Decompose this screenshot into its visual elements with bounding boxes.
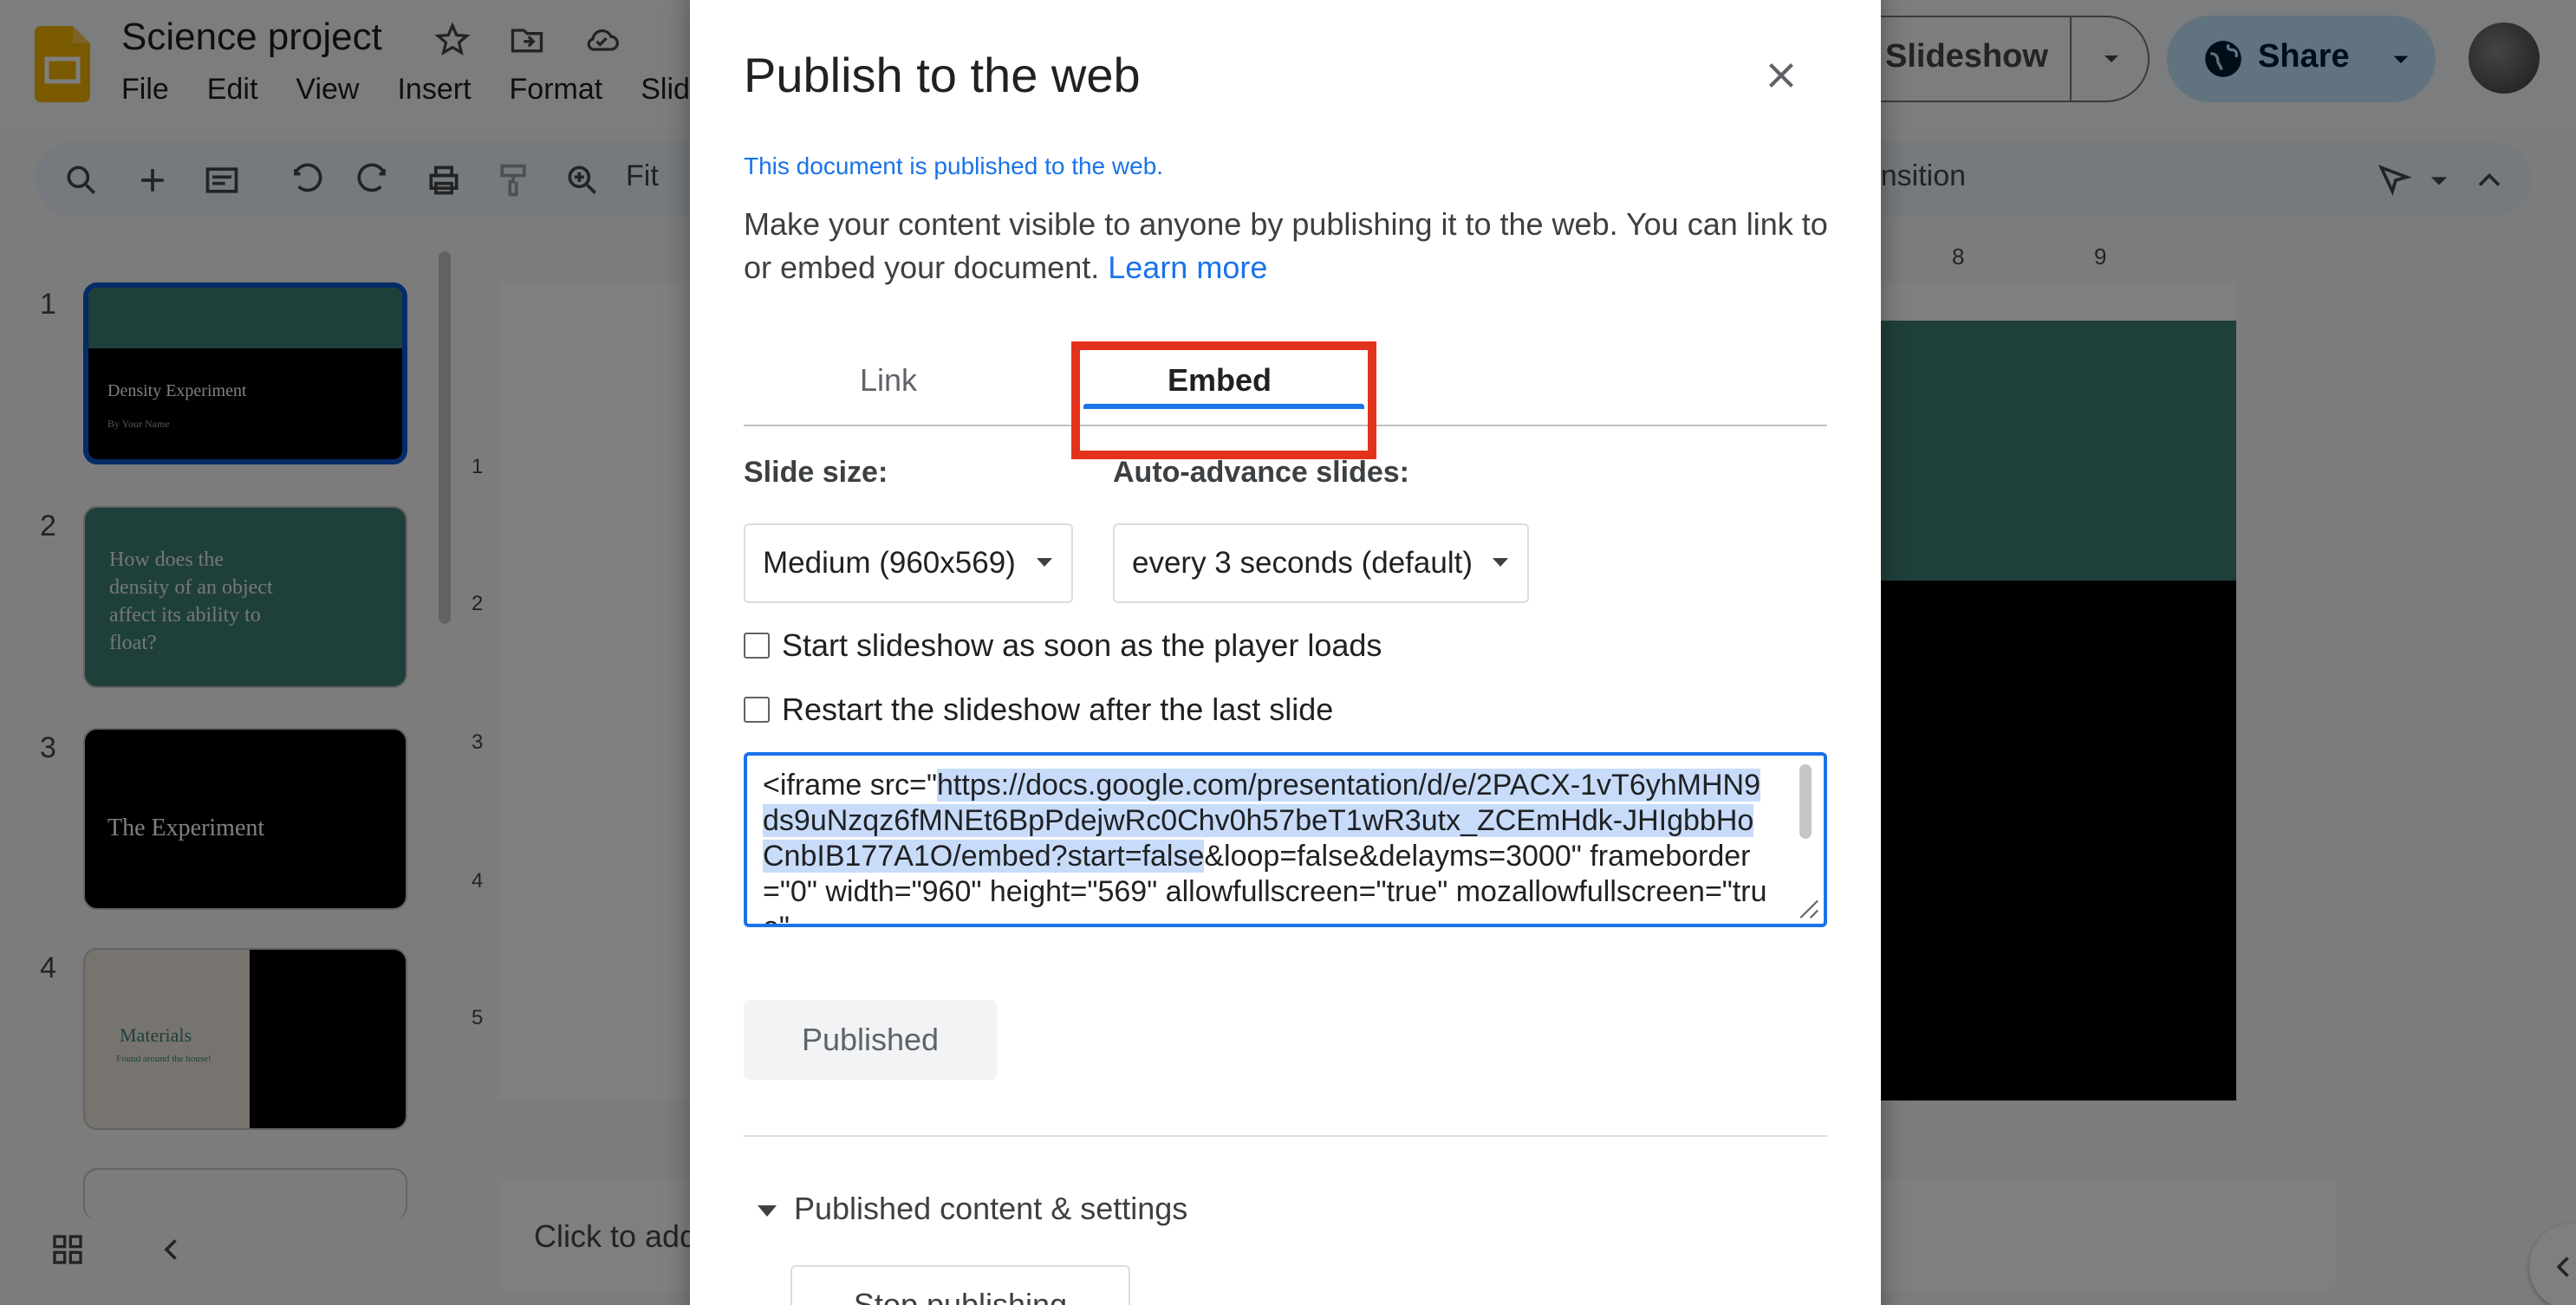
- restart-slideshow-label: Restart the slideshow after the last sli…: [782, 691, 1334, 727]
- start-slideshow-option: Start slideshow as soon as the player lo…: [744, 627, 1382, 664]
- resize-handle-icon[interactable]: [1791, 891, 1820, 920]
- dialog-title: Publish to the web: [744, 48, 1141, 102]
- restart-slideshow-option: Restart the slideshow after the last sli…: [744, 691, 1333, 728]
- published-settings-toggle[interactable]: Published content & settings: [758, 1191, 1187, 1227]
- dropdown-arrow-icon: [1493, 558, 1508, 567]
- auto-advance-select[interactable]: every 3 seconds (default): [1113, 523, 1529, 603]
- annotation-highlight-box: [1071, 341, 1376, 459]
- publish-dialog: Publish to the web This document is publ…: [690, 0, 1881, 1305]
- stop-publishing-button[interactable]: Stop publishing: [790, 1265, 1130, 1305]
- tab-link[interactable]: Link: [860, 362, 917, 399]
- caret-down-icon: [758, 1204, 777, 1217]
- published-button[interactable]: Published: [744, 1000, 997, 1080]
- dropdown-arrow-icon: [1037, 558, 1052, 567]
- description-text: Make your content visible to anyone by p…: [744, 206, 1828, 285]
- learn-more-link[interactable]: Learn more: [1108, 250, 1267, 285]
- textarea-scrollbar[interactable]: [1799, 764, 1812, 839]
- section-divider: [744, 1135, 1827, 1137]
- slide-size-label: Slide size:: [744, 456, 888, 489]
- start-slideshow-checkbox[interactable]: [744, 633, 770, 659]
- auto-advance-value: every 3 seconds (default): [1132, 546, 1473, 580]
- auto-advance-label: Auto-advance slides:: [1113, 456, 1409, 489]
- embed-code-prefix: <iframe src=": [763, 769, 938, 802]
- embed-code-text: <iframe src="https://docs.google.com/pre…: [763, 768, 1768, 924]
- close-icon[interactable]: [1760, 54, 1803, 97]
- published-settings-label: Published content & settings: [794, 1191, 1188, 1226]
- slide-size-value: Medium (960x569): [763, 546, 1016, 580]
- publish-status: This document is published to the web.: [744, 153, 1164, 179]
- slide-size-select[interactable]: Medium (960x569): [744, 523, 1073, 603]
- embed-code-textarea[interactable]: <iframe src="https://docs.google.com/pre…: [744, 752, 1827, 927]
- start-slideshow-label: Start slideshow as soon as the player lo…: [782, 627, 1382, 663]
- restart-slideshow-checkbox[interactable]: [744, 697, 770, 724]
- publish-description: Make your content visible to anyone by p…: [744, 203, 1836, 289]
